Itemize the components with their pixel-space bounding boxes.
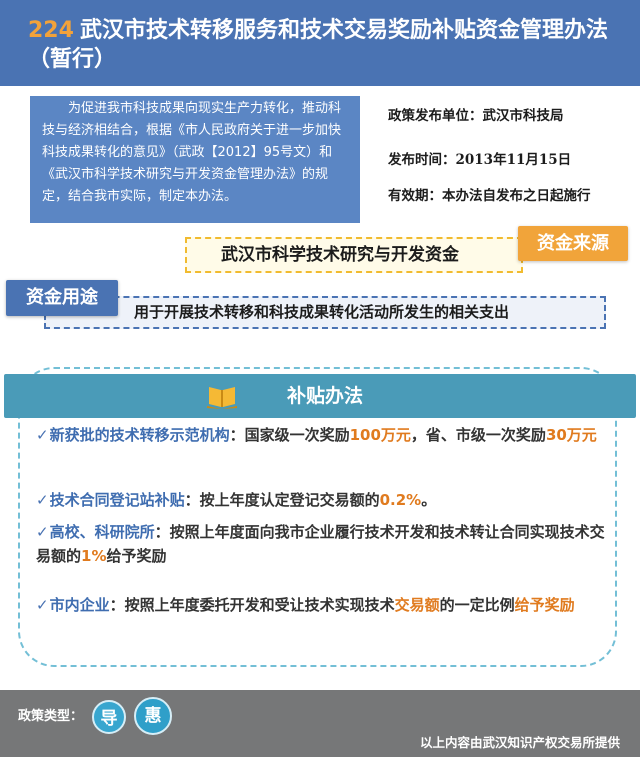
publish-date-info: 发布时间：2013年11月15日 [388,152,572,168]
funding-use-tag: 资金用途 [6,280,118,316]
policy-number: 224 [28,18,74,43]
publisher-info: 政策发布单位：武汉市科技局 [388,108,564,124]
check-icon: ✓ [36,523,49,541]
subsidy-item-lead: 新获批的技术转移示范机构 [49,426,230,444]
content-provider-note: 以上内容由武汉知识产权交易所提供 [419,735,620,750]
subsidy-item-demo-institution: ✓新获批的技术转移示范机构：国家级一次奖励100万元，省、市级一次奖励30万元 [36,423,606,447]
subsidy-item-text: ：国家级一次奖励 [229,426,350,444]
policy-type-benefit-badge: 惠 [134,697,172,735]
check-icon: ✓ [36,491,49,509]
check-icon: ✓ [36,426,49,444]
policy-title: 武汉市技术转移服务和技术交易奖励补贴资金管理办法（暂行） [28,18,608,72]
subsidy-item-text: ，省、市级一次奖励 [410,426,546,444]
subsidy-item-lead: 高校、科研院所 [49,523,155,541]
page-title: 224 武汉市技术转移服务和技术交易奖励补贴资金管理办法（暂行） [28,16,618,74]
subsidy-item-lead: 市内企业 [49,596,110,614]
subsidy-item-lead: 技术合同登记站补贴 [49,491,185,509]
validity-info: 有效期：本办法自发布之日起施行 [388,188,591,204]
funding-use-box: 用于开展技术转移和科技成果转化活动所发生的相关支出 [44,296,606,329]
funding-source-box: 武汉市科学技术研究与开发资金 [185,237,523,273]
highlight-amount: 1% [81,547,107,565]
subsidy-item-text: ：按上年度认定登记交易额的 [184,491,380,509]
funding-source-tag: 资金来源 [518,226,628,261]
subsidy-item-registration-station: ✓技术合同登记站补贴：按上年度认定登记交易额的0.2%。 [36,488,606,512]
subsidy-item-text: ：按照上年度委托开发和受让技术实现技术 [109,596,395,614]
subsidy-item-universities: ✓高校、科研院所：按照上年度面向我市企业履行技术开发和技术转让合同实现技术交易额… [36,520,606,568]
subsidy-item-text: 给予奖励 [106,547,167,565]
highlight-amount: 0.2% [379,491,422,509]
intro-paragraph: 为促进我市科技成果向现实生产力转化，推动科技与经济相结合，根据《市人民政府关于进… [30,96,360,223]
book-icon [207,387,237,409]
policy-type-label: 政策类型： [18,709,84,724]
highlight-amount: 30万元 [545,426,597,444]
highlight-amount: 给予奖励 [514,596,575,614]
policy-type-guide-badge: 导 [92,700,126,734]
subsidy-item-enterprises: ✓市内企业：按照上年度委托开发和受让技术实现技术交易额的一定比例给予奖励 [36,593,606,617]
check-icon: ✓ [36,596,49,614]
highlight-amount: 交易额 [394,596,440,614]
subsidy-item-text: 。 [421,491,437,509]
highlight-amount: 100万元 [349,426,411,444]
header-banner: 224 武汉市技术转移服务和技术交易奖励补贴资金管理办法（暂行） [0,0,640,86]
subsidy-title: 补贴办法 [286,385,363,407]
subsidy-item-text: 的一定比例 [439,596,515,614]
